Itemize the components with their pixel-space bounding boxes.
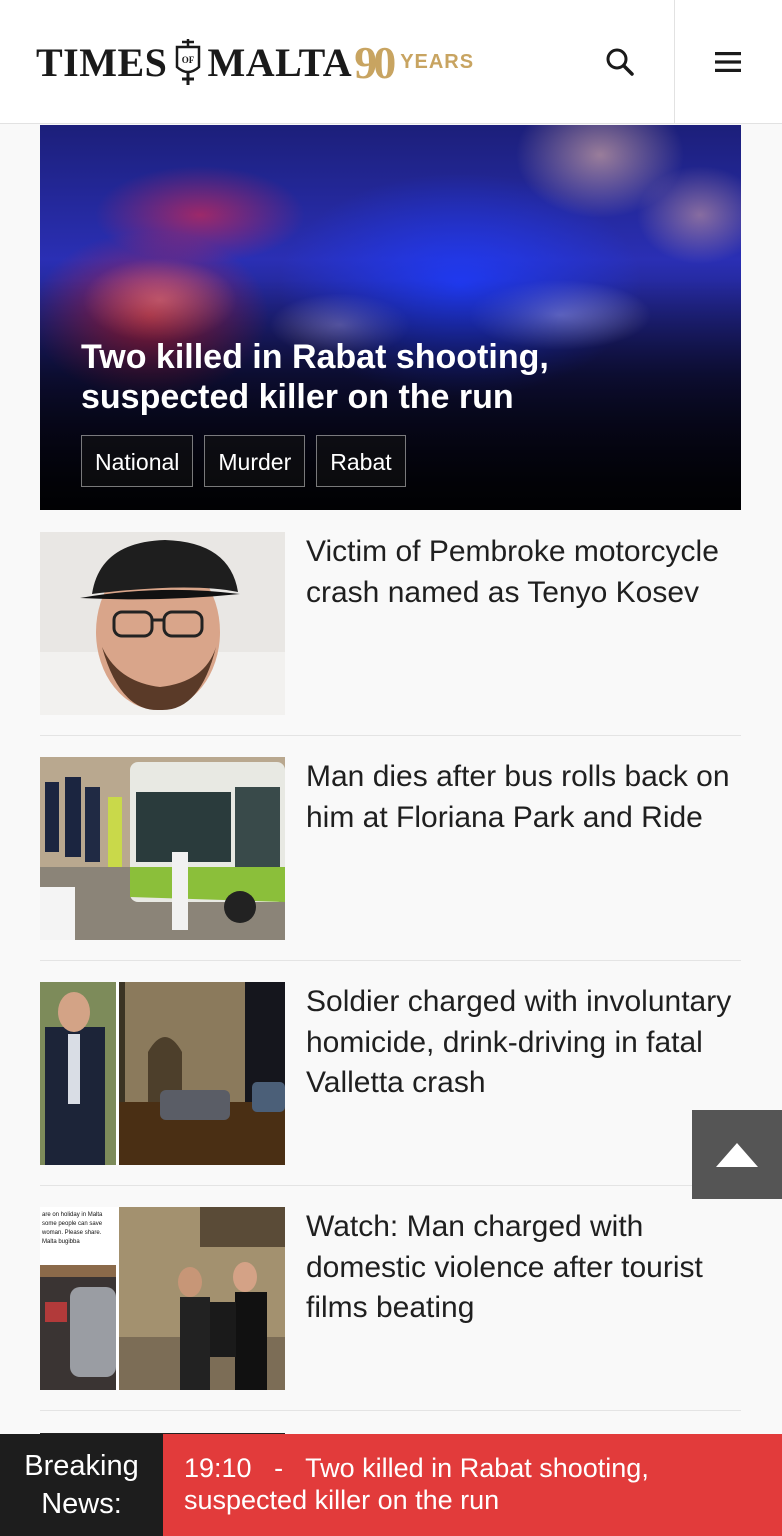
article-thumbnail[interactable]: are on holiday in Malta some people can … — [40, 1207, 285, 1390]
article-item[interactable]: are on holiday in Malta some people can … — [40, 1186, 741, 1411]
hero-headline[interactable]: Two killed in Rabat shooting, suspected … — [81, 337, 641, 417]
tag-rabat[interactable]: Rabat — [316, 435, 406, 487]
tag-murder[interactable]: Murder — [204, 435, 306, 487]
logo-word-malta: MALTA — [207, 39, 353, 85]
article-headline[interactable]: Soldier charged with involuntary homicid… — [306, 982, 736, 1104]
hero-tags: National Murder Rabat — [81, 435, 406, 487]
article-item[interactable]: Man dies after bus rolls back on him at … — [40, 736, 741, 961]
hamburger-menu-icon — [715, 52, 741, 72]
breaking-news-separator: - — [274, 1453, 284, 1483]
article-headline[interactable]: Victim of Pembroke motorcycle crash name… — [306, 532, 736, 613]
crest-icon: OF — [176, 39, 201, 85]
site-logo[interactable]: TIMES OF MALTA 90 YEARS — [36, 36, 474, 88]
breaking-news-time: 19:10 — [184, 1453, 252, 1483]
breaking-news-headline: Two killed in Rabat shooting, suspected … — [184, 1453, 649, 1515]
article-thumbnail[interactable] — [40, 532, 285, 715]
arrow-up-icon — [716, 1142, 758, 1167]
article-item[interactable]: Victim of Pembroke motorcycle crash name… — [40, 511, 741, 736]
article-headline[interactable]: Watch: Man charged with domestic violenc… — [306, 1207, 736, 1329]
article-thumbnail[interactable] — [40, 757, 285, 940]
logo-word-times: TIMES — [36, 39, 168, 85]
svg-text:OF: OF — [182, 55, 195, 65]
search-icon — [606, 48, 634, 76]
thumbnail-caption-text: are on holiday in Malta some people can … — [42, 1212, 103, 1245]
breaking-news-label: Breaking News: — [0, 1434, 163, 1536]
header-divider — [674, 0, 675, 124]
article-thumbnail[interactable] — [40, 982, 285, 1165]
logo-years: YEARS — [400, 50, 475, 73]
article-item[interactable]: Soldier charged with involuntary homicid… — [40, 961, 741, 1186]
logo-ninety: 90 — [354, 36, 396, 88]
hero-article[interactable]: Two killed in Rabat shooting, suspected … — [40, 125, 741, 510]
site-header: TIMES OF MALTA 90 YEARS — [0, 0, 782, 124]
search-button[interactable] — [592, 38, 648, 86]
breaking-news-bar[interactable]: Breaking News: 19:10 - Two killed in Rab… — [0, 1434, 782, 1536]
back-to-top-button[interactable] — [692, 1110, 782, 1199]
article-headline[interactable]: Man dies after bus rolls back on him at … — [306, 757, 736, 838]
menu-button[interactable] — [700, 38, 756, 86]
tag-national[interactable]: National — [81, 435, 194, 487]
breaking-news-ticker[interactable]: 19:10 - Two killed in Rabat shooting, su… — [163, 1434, 782, 1536]
